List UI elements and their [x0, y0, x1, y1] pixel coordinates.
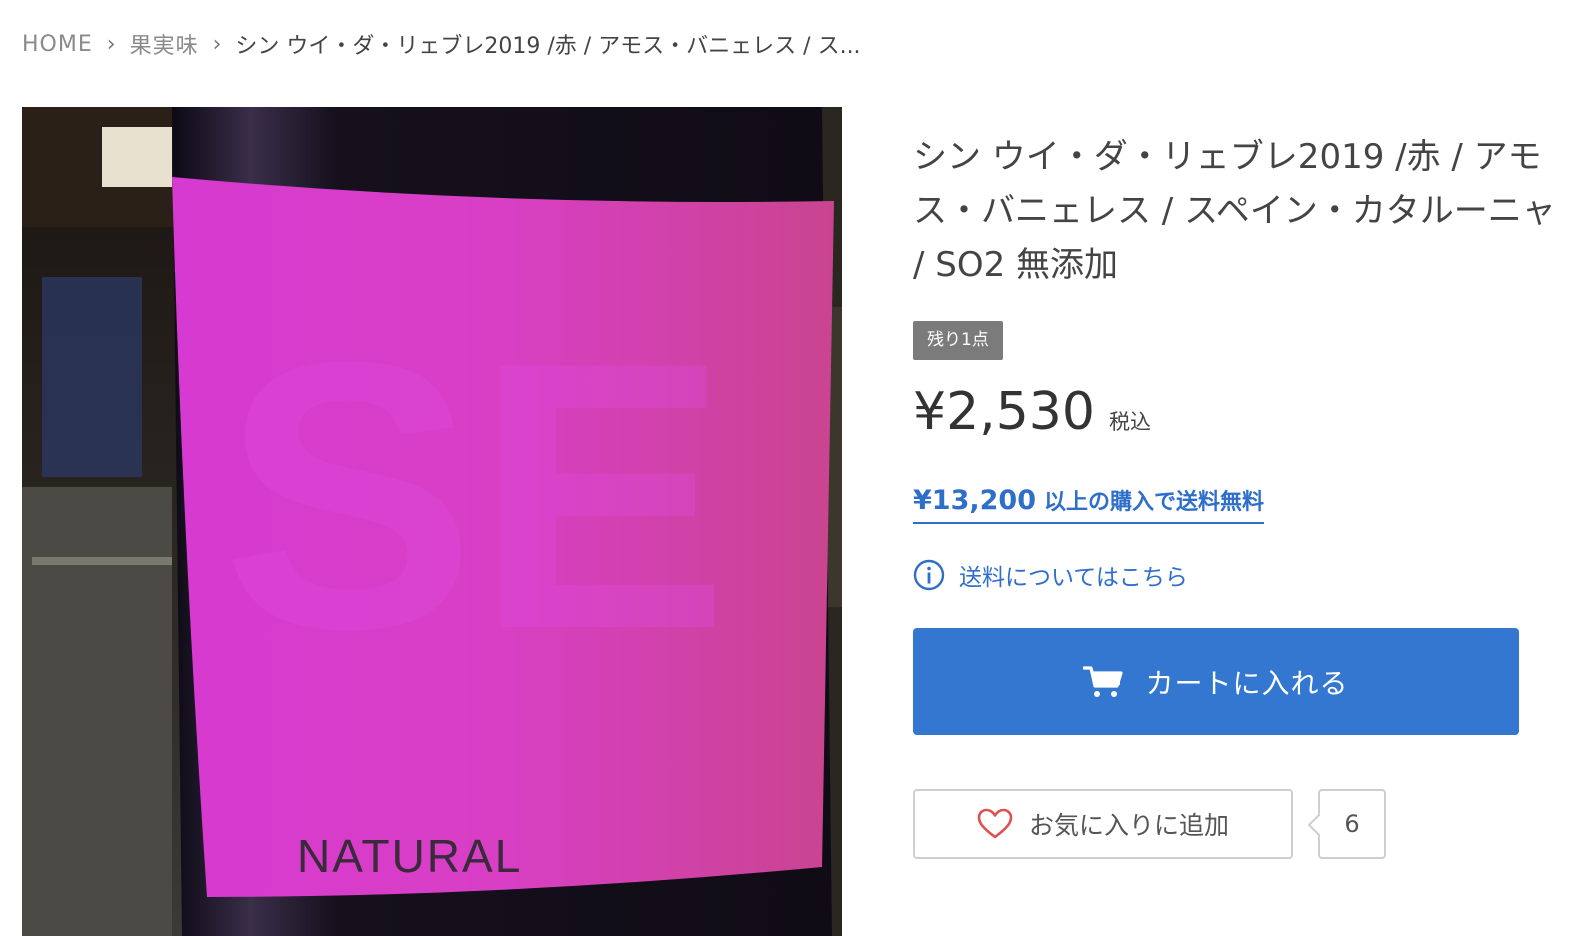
favorites-button-label: お気に入りに追加: [1028, 811, 1229, 840]
breadcrumb-category-link[interactable]: 果実味: [130, 28, 199, 60]
price-row: ¥2,530 税込: [913, 382, 1151, 442]
breadcrumb-current: シン ウイ・ダ・リェブレ2019 /赤 / アモス・バニェレス / ス...: [235, 34, 861, 59]
bottle-label-text: NATURAL: [297, 830, 522, 882]
stock-badge: 残り1点: [913, 321, 1003, 360]
product-info: シン ウイ・ダ・リェブレ2019 /赤 / アモス・バニェレス / スペイン・カ…: [913, 130, 1563, 292]
cart-icon: [1083, 665, 1124, 697]
info-circle-icon: [913, 559, 945, 591]
product-image[interactable]: SE NATURAL: [22, 107, 842, 936]
add-to-cart-button[interactable]: カートに入れる: [913, 628, 1519, 735]
wine-bottle-photo: SE NATURAL: [22, 107, 842, 936]
cart-button-label: カートに入れる: [1145, 666, 1349, 700]
chevron-right-icon: ›: [106, 31, 116, 57]
free-shipping-text: 以上の購入で送料無料: [1043, 490, 1264, 515]
product-title: シン ウイ・ダ・リェブレ2019 /赤 / アモス・バニェレス / スペイン・カ…: [913, 137, 1556, 285]
breadcrumb-home-link[interactable]: HOME: [22, 32, 93, 57]
free-shipping-amount: ¥13,200: [913, 485, 1036, 516]
shipping-info-label: 送料についてはこちら: [959, 565, 1188, 591]
free-shipping-link[interactable]: ¥13,200 以上の購入で送料無料: [913, 484, 1264, 524]
heart-outline-icon: [977, 808, 1013, 839]
shipping-info-link[interactable]: 送料についてはこちら: [913, 558, 1188, 592]
add-to-favorites-button[interactable]: お気に入りに追加: [913, 789, 1293, 859]
favorites-count: 6: [1318, 789, 1386, 859]
breadcrumb: HOME › 果実味 › シン ウイ・ダ・リェブレ2019 /赤 / アモス・バ…: [22, 28, 861, 60]
svg-text:SE: SE: [222, 283, 729, 708]
chevron-right-icon: ›: [212, 31, 222, 57]
tax-label: 税込: [1108, 410, 1151, 434]
product-price: ¥2,530: [913, 382, 1095, 442]
